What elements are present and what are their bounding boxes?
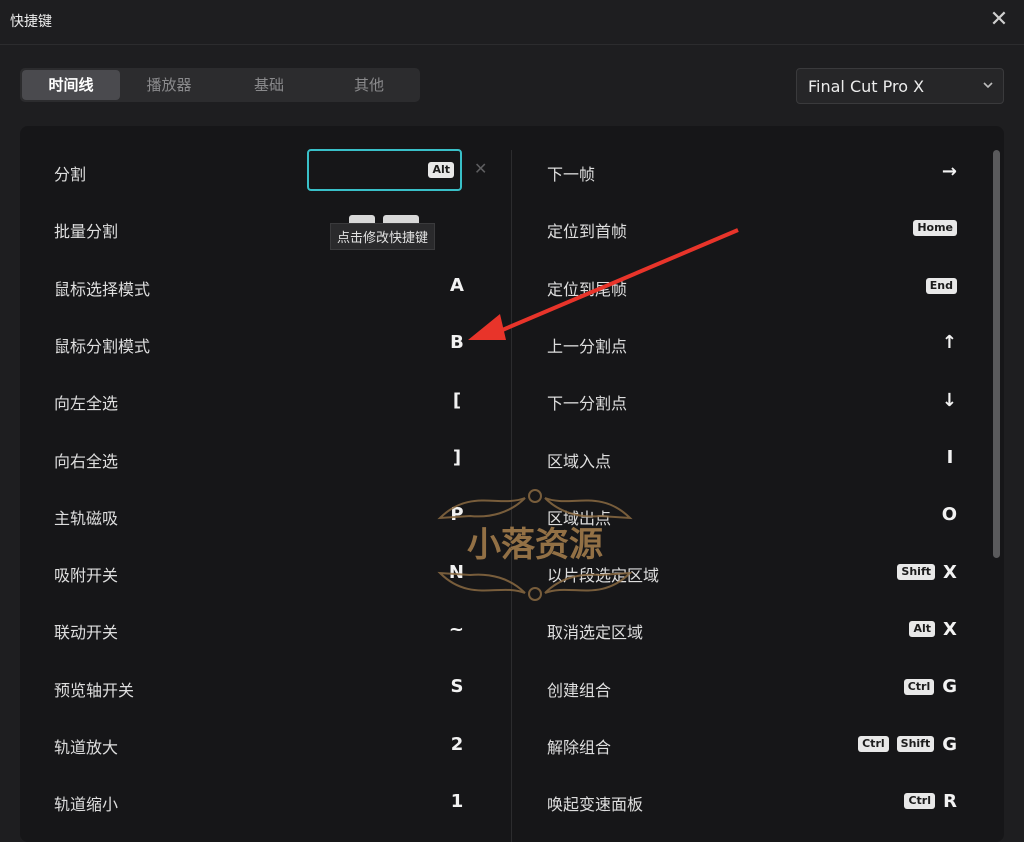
title-bar: 快捷键 ✕	[0, 0, 1024, 45]
shortcut-label: 联动开关	[54, 623, 119, 643]
shortcut-keys: Shift X	[897, 557, 957, 587]
shortcut-label: 鼠标选择模式	[54, 279, 151, 299]
shortcut-keys: I	[943, 443, 957, 473]
shortcut-row[interactable]: 吸附开关 N	[54, 557, 464, 587]
watermark-text: 小落资源	[467, 525, 603, 565]
shortcut-keys: O	[942, 500, 957, 530]
shortcut-row[interactable]: 向右全选]	[54, 443, 464, 473]
shortcut-keys: 2	[450, 729, 464, 759]
close-icon[interactable]: ✕	[988, 8, 1010, 32]
keycap: Ctrl	[904, 793, 935, 810]
keycap: Shift	[896, 736, 935, 752]
key-char: O	[941, 504, 957, 526]
shortcut-row[interactable]: 向左全选 [	[54, 385, 464, 415]
shortcut-label: 吸附开关	[54, 566, 119, 586]
key-char: 2	[450, 733, 464, 755]
shortcut-keys: End	[925, 271, 957, 301]
shortcut-row[interactable]: 预览轴开关 S	[54, 672, 464, 702]
shortcut-keys: [	[450, 385, 464, 415]
shortcut-row[interactable]: 区域入点 I	[547, 443, 957, 473]
shortcut-panel: Alt ✕ 分割批量分割鼠标选择模式 A 鼠标分割模式 B 向左全选 [ 向右全选] 主轨磁吸…	[20, 126, 1004, 842]
watermark: 小落资源	[437, 489, 633, 601]
shortcut-keys: Home	[913, 213, 957, 243]
key-char: ]	[452, 447, 462, 468]
shortcut-keys: Ctrl R	[904, 786, 957, 816]
tab-player[interactable]: 播放器	[120, 70, 218, 100]
shortcut-label: 取消选定区域	[547, 623, 644, 643]
keycap: Ctrl	[903, 678, 935, 695]
tooltip: 点击修改快捷键	[330, 223, 436, 250]
shortcut-keys: Ctrl Shift G	[858, 729, 957, 759]
keycap: Shift	[897, 564, 935, 581]
shortcut-label: 批量分割	[54, 222, 119, 242]
key-char: [	[452, 389, 462, 411]
chevron-down-icon	[983, 82, 993, 89]
preset-select[interactable]: Final Cut Pro X	[796, 68, 1004, 104]
keycap: Ctrl	[858, 736, 889, 752]
shortcut-label: 解除组合	[547, 738, 612, 757]
shortcut-label: 轨道缩小	[54, 795, 119, 815]
shortcut-row[interactable]: 解除组合 Ctrl Shift G	[547, 729, 957, 759]
keycap: End	[925, 277, 957, 294]
key-char: 1	[450, 790, 464, 812]
tab-bar: 时间线 播放器 基础 其他	[20, 68, 420, 102]
shortcut-keys: ↓	[942, 385, 957, 415]
shortcut-label: 向左全选	[54, 394, 119, 414]
shortcut-label: 轨道放大	[54, 738, 119, 757]
tab-other[interactable]: 其他	[320, 70, 418, 100]
keycap: Alt	[909, 621, 935, 638]
shortcut-row[interactable]: 鼠标选择模式 A	[54, 271, 464, 301]
shortcut-row[interactable]: 取消选定区域 Alt X	[547, 614, 957, 644]
shortcut-label: 预览轴开关	[54, 680, 135, 700]
shortcut-label: 区域入点	[547, 451, 612, 471]
preset-select-value: Final Cut Pro X	[808, 77, 925, 96]
shortcut-label: 创建组合	[547, 680, 612, 700]
shortcut-label: 鼠标分割模式	[54, 336, 151, 356]
shortcut-label: 下一帧	[547, 165, 596, 184]
shortcut-label: 向右全选	[54, 451, 119, 471]
shortcut-row[interactable]: 联动开关 ~	[54, 614, 464, 644]
window-title: 快捷键	[10, 14, 52, 30]
shortcut-label: 唤起变速面板	[547, 795, 644, 815]
shortcut-row[interactable]: 下一帧 →	[547, 156, 957, 186]
shortcut-keys: Ctrl G	[903, 672, 957, 702]
clear-icon[interactable]: ✕	[474, 159, 487, 178]
key-char: I	[946, 447, 954, 468]
shortcut-row[interactable]: 创建组合 Ctrl G	[547, 672, 957, 702]
key-char: X	[943, 561, 957, 583]
key-char: X	[943, 618, 957, 640]
shortcut-keys: ↑	[942, 328, 957, 358]
shortcut-keys: →	[942, 156, 957, 186]
shortcut-label: 分割	[54, 165, 87, 184]
shortcut-label: 下一分割点	[547, 394, 628, 414]
shortcut-row[interactable]: 鼠标分割模式 B	[54, 328, 464, 358]
annotation-arrow	[468, 228, 739, 340]
shortcut-row[interactable]: 轨道缩小 1	[54, 786, 464, 816]
shortcut-keys: 1	[450, 786, 464, 816]
shortcut-row[interactable]: 主轨磁吸 P	[54, 500, 464, 530]
scrollbar[interactable]	[993, 150, 1000, 558]
key-char: G	[942, 676, 957, 698]
tab-timeline[interactable]: 时间线	[22, 70, 120, 100]
shortcut-keys: ]	[450, 443, 464, 473]
key-char: →	[941, 160, 957, 182]
key-char: S	[450, 676, 464, 698]
keycap: Home	[913, 220, 957, 237]
key-char: ~	[448, 618, 464, 640]
key-char: G	[942, 733, 957, 755]
shortcut-row[interactable]: 下一分割点 ↓	[547, 385, 957, 415]
shortcut-keys: ~	[449, 614, 464, 644]
key-char: R	[943, 790, 957, 812]
key-char: ↑	[941, 332, 957, 354]
tab-basic[interactable]: 基础	[220, 70, 318, 100]
shortcut-row[interactable]: 分割	[54, 156, 464, 186]
key-char: ↓	[941, 389, 957, 411]
shortcut-keys: S	[450, 672, 464, 702]
shortcut-row[interactable]: 轨道放大 2	[54, 729, 464, 759]
shortcut-label: 主轨磁吸	[54, 508, 119, 528]
shortcut-keys: Alt X	[909, 614, 957, 644]
shortcut-row[interactable]: 唤起变速面板 Ctrl R	[547, 786, 957, 816]
